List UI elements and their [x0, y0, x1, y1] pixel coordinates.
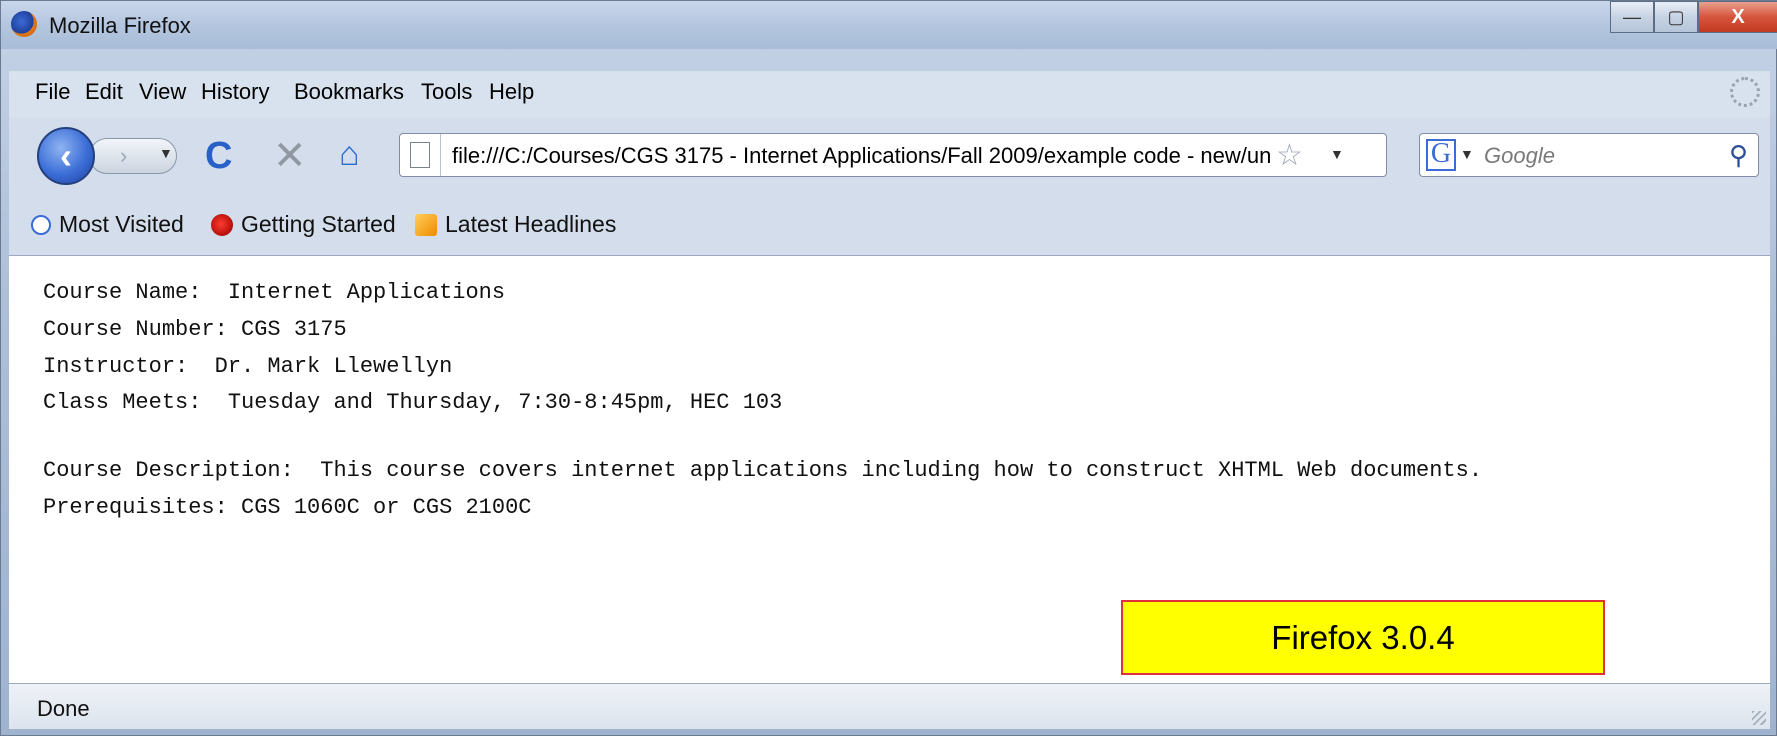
- rss-icon: [415, 213, 437, 236]
- window-controls: — ▢ X: [1610, 1, 1777, 39]
- menu-help[interactable]: Help: [489, 79, 534, 105]
- class-meets-line: Class Meets: Tuesday and Thursday, 7:30-…: [43, 390, 783, 415]
- title-bar[interactable]: Mozilla Firefox — ▢ X: [1, 1, 1777, 49]
- version-annotation: Firefox 3.0.4: [1121, 600, 1605, 675]
- instructor-line: Instructor: Dr. Mark Llewellyn: [43, 354, 453, 379]
- page-icon: [410, 142, 430, 168]
- menu-history[interactable]: History: [201, 79, 269, 105]
- google-engine-icon[interactable]: G: [1426, 139, 1456, 171]
- url-text[interactable]: file:///C:/Courses/CGS 3175 - Internet A…: [452, 143, 1270, 169]
- prerequisites-line: Prerequisites: CGS 1060C or CGS 2100C: [43, 495, 532, 520]
- menu-file[interactable]: File: [35, 79, 70, 105]
- course-description-line: Course Description: This course covers i…: [43, 458, 1483, 483]
- back-button[interactable]: ‹: [37, 127, 95, 185]
- home-button[interactable]: ⌂: [339, 135, 360, 174]
- course-name-line: Course Name: Internet Applications: [43, 280, 506, 305]
- most-visited-icon: [31, 214, 51, 235]
- reload-button[interactable]: C: [205, 135, 232, 178]
- browser-window: Mozilla Firefox — ▢ X File Edit View His…: [0, 0, 1777, 736]
- maximize-button[interactable]: ▢: [1654, 1, 1698, 33]
- search-input[interactable]: [1482, 142, 1706, 170]
- throbber-icon: [1730, 77, 1760, 107]
- menu-edit[interactable]: Edit: [85, 79, 123, 105]
- bookmark-label: Getting Started: [241, 211, 396, 237]
- menu-tools[interactable]: Tools: [421, 79, 472, 105]
- bookmarks-toolbar: Most Visited Getting Started Latest Head…: [9, 195, 1770, 256]
- search-icon[interactable]: ⚲: [1729, 140, 1748, 171]
- status-text: Done: [37, 696, 90, 721]
- window-title: Mozilla Firefox: [49, 13, 191, 38]
- url-bar[interactable]: file:///C:/Courses/CGS 3175 - Internet A…: [399, 133, 1387, 177]
- close-button[interactable]: X: [1698, 1, 1777, 33]
- course-number-line: Course Number: CGS 3175: [43, 317, 347, 342]
- bookmark-label: Most Visited: [59, 211, 184, 237]
- bookmark-star-icon[interactable]: ☆: [1276, 138, 1303, 173]
- bookmark-latest-headlines[interactable]: Latest Headlines: [415, 211, 616, 238]
- history-dropdown-icon[interactable]: ▼: [159, 145, 173, 161]
- menu-view[interactable]: View: [139, 79, 186, 105]
- stop-button[interactable]: ✕: [273, 133, 307, 179]
- search-bar[interactable]: G ▼ ⚲: [1419, 133, 1759, 177]
- url-dropdown-icon[interactable]: ▼: [1330, 146, 1344, 162]
- bookmark-label: Latest Headlines: [445, 211, 617, 237]
- status-bar: Done: [9, 683, 1770, 729]
- bookmark-most-visited[interactable]: Most Visited: [31, 211, 184, 238]
- minimize-button[interactable]: —: [1610, 1, 1654, 33]
- search-engine-dropdown-icon[interactable]: ▼: [1460, 146, 1474, 162]
- menu-bookmarks[interactable]: Bookmarks: [294, 79, 404, 105]
- navigation-toolbar: › ‹ ▼ C ✕ ⌂ file:///C:/Courses/CGS 3175 …: [9, 117, 1770, 195]
- firefox-logo-icon: [11, 11, 37, 37]
- bookmark-getting-started[interactable]: Getting Started: [211, 211, 396, 238]
- url-divider: [440, 134, 441, 176]
- getting-started-icon: [211, 213, 233, 236]
- menu-bar: File Edit View History Bookmarks Tools H…: [9, 71, 1770, 117]
- resize-grip-icon[interactable]: [1752, 711, 1766, 725]
